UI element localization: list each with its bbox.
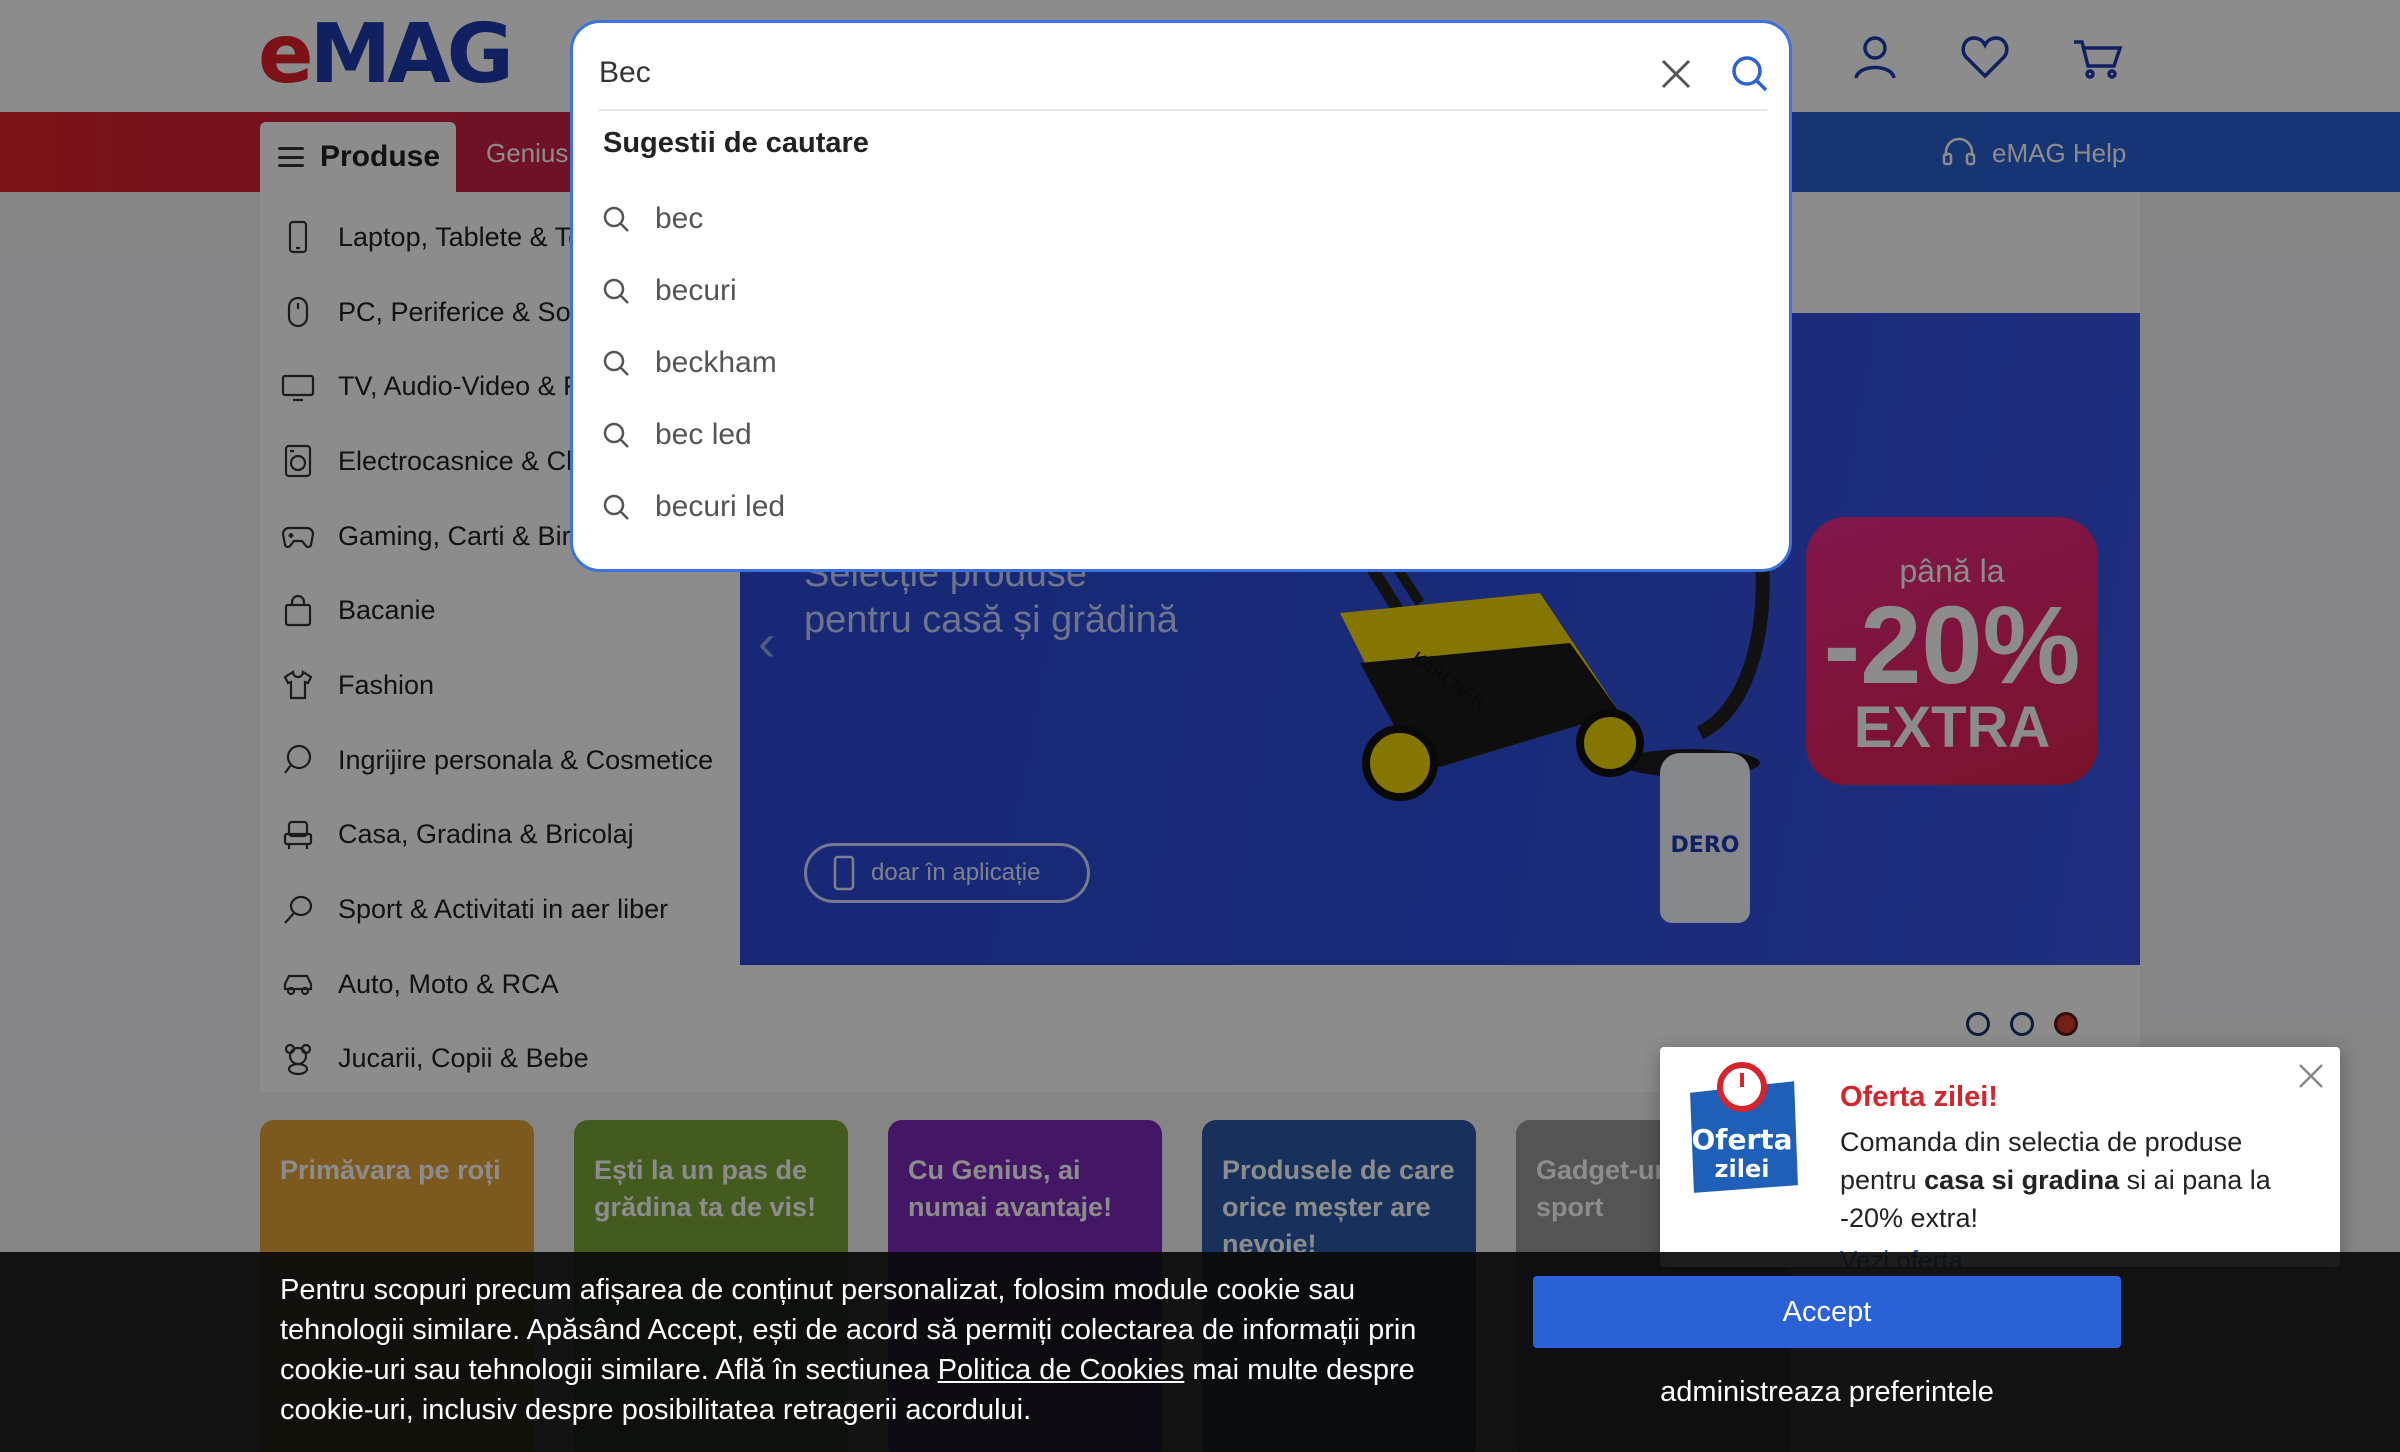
suggestions-heading: Sugestii de cautare <box>603 127 869 159</box>
oferta-zilei-popup: Oferta zilei Oferta zilei! Comanda din s… <box>1660 1047 2340 1275</box>
svg-text:zilei: zilei <box>1715 1155 1770 1183</box>
svg-text:Oferta: Oferta <box>1691 1123 1792 1156</box>
cookie-consent-bar: Pentru scopuri precum afișarea de conțin… <box>0 1252 2400 1452</box>
search-icon <box>603 350 629 376</box>
suggestion-item[interactable]: becuri led <box>601 471 1761 543</box>
suggestions-list: bec becuri beckham bec led becuri led <box>601 183 1761 543</box>
search-icon <box>603 422 629 448</box>
oferta-zilei-logo: Oferta zilei <box>1685 1062 1803 1198</box>
search-bar <box>599 37 1769 111</box>
cookie-policy-link[interactable]: Politica de Cookies <box>938 1354 1185 1386</box>
search-icon <box>603 494 629 520</box>
suggestion-item[interactable]: beckham <box>601 327 1761 399</box>
search-dropdown: Sugestii de cautare bec becuri beckham b… <box>570 20 1792 572</box>
search-icon[interactable] <box>1729 53 1769 93</box>
suggestion-item[interactable]: bec <box>601 183 1761 255</box>
suggestion-item[interactable]: bec led <box>601 399 1761 471</box>
cookie-text: Pentru scopuri precum afișarea de conțin… <box>280 1274 1417 1426</box>
close-icon[interactable] <box>2296 1061 2326 1091</box>
oferta-title: Oferta zilei! <box>1840 1081 1998 1113</box>
accept-cookies-button[interactable]: Accept <box>1533 1276 2121 1348</box>
search-icon <box>603 278 629 304</box>
search-icon <box>603 206 629 232</box>
oferta-description: Comanda din selectia de produse pentru c… <box>1840 1127 2271 1233</box>
close-icon[interactable] <box>1659 57 1693 91</box>
search-input[interactable] <box>599 47 1599 99</box>
manage-preferences-link[interactable]: administreaza preferintele <box>1533 1376 2121 1409</box>
suggestion-item[interactable]: becuri <box>601 255 1761 327</box>
